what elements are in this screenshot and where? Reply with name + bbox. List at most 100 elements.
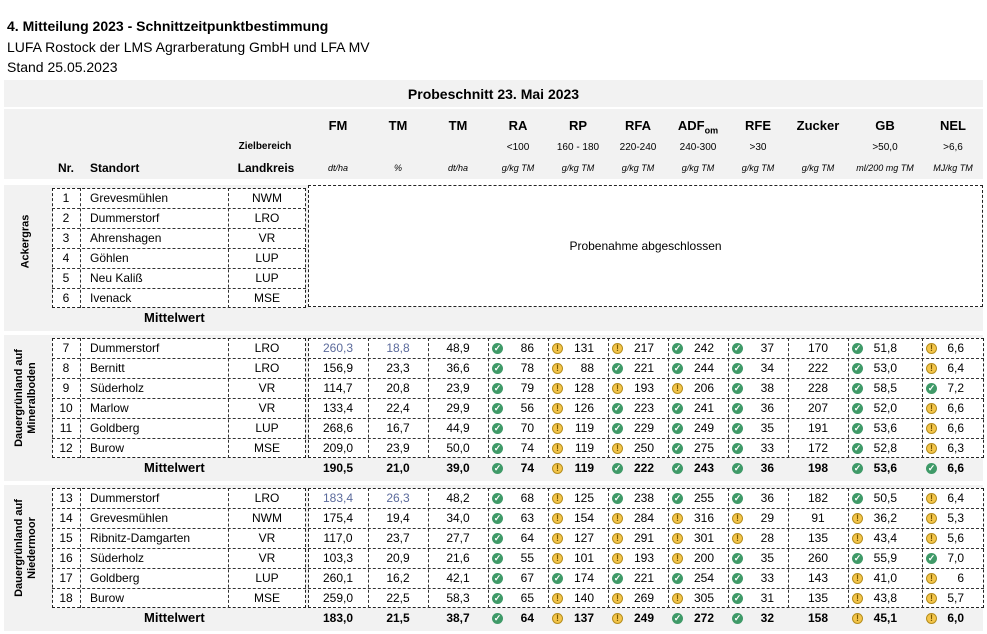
report-date: Stand 25.05.2023 [7,59,118,75]
table-row-rp: 119 [574,421,594,435]
column-header-adf: ADFom [677,118,719,136]
table-row-adf: 206 [693,381,714,395]
table-row-fm: 114,7 [323,381,353,395]
table-row-rp: 140 [573,591,594,605]
report-organisation: LUFA Rostock der LMS Agrarberatung GmbH … [7,39,370,55]
table-row-nel: 6,3 [947,441,964,455]
table-row-fm: 260,1 [322,571,354,585]
row-standort: Burow [90,441,125,455]
row-standort: Süderholz [90,381,145,395]
column-range: 240-300 [679,142,717,153]
table-row-tm_pct: 16,2 [386,571,410,585]
column-header-zielbereich: Zielbereich [238,141,292,152]
table-row-tm: 29,9 [446,401,470,415]
column-range: >30 [749,142,767,153]
table-row-tm_pct: 19,4 [386,511,410,525]
table-row-rfe: 31 [760,591,774,605]
table-row-rfe: 36 [760,491,774,505]
row-standort: Dummerstorf [90,491,160,505]
table-row-nel: 5,7 [947,591,964,605]
row-standort: Ribnitz-Damgarten [90,531,191,545]
table-row-gb: 36,2 [873,511,897,525]
table-row-nel: 6,4 [947,361,964,375]
table-row-rp: 125 [573,491,594,505]
table-row-rfe: 37 [760,341,774,355]
row-standort: Süderholz [90,551,145,565]
table-row-ra: 63 [520,511,534,525]
table-row-adf: 305 [693,591,714,605]
row-landkreis: LUP [255,251,279,265]
row-standort: Ahrenshagen [90,231,162,245]
column-range: <100 [506,142,530,153]
mean-row-adf: 243 [693,461,714,475]
group-label-line: Dauergrünland auf [13,349,25,447]
mean-row-ra: 74 [520,461,534,475]
column-header-fm: FM [328,118,348,133]
table-row-tm: 44,9 [446,421,470,435]
table-row-nel: 6,6 [947,341,964,355]
table-row-fm: 260,3 [322,341,354,355]
table-row-rfe: 36 [760,401,774,415]
row-landkreis: VR [258,231,276,245]
row-nr: 8 [62,361,70,375]
table-row-tm_pct: 22,5 [386,591,410,605]
row-landkreis: VR [258,381,276,395]
mean-row-tm: 39,0 [446,461,470,475]
mean-row-tm: 38,7 [446,611,470,625]
table-row-tm: 36,6 [446,361,470,375]
row-landkreis: LRO [254,361,280,375]
row-nr: 2 [62,211,70,225]
column-unit: g/kg TM [801,163,835,173]
row-nr: 1 [62,191,70,205]
table-row-rfa: 217 [633,341,654,355]
row-nr: 5 [62,271,70,285]
row-landkreis: MSE [253,441,280,455]
row-nr: 15 [59,531,73,545]
row-standort: Neu Kaliß [90,271,143,285]
table-row-rfe: 35 [760,551,774,565]
table-row-rfa: 193 [633,551,654,565]
table-row-tm: 42,1 [446,571,470,585]
column-range [308,138,368,158]
row-nr: 18 [59,591,73,605]
report-title: 4. Mitteilung 2023 - Schnittzeitpunktbes… [7,18,329,34]
mean-row-nel: 6,6 [947,461,964,475]
row-standort: Grevesmühlen [90,191,169,205]
table-row-fm: 268,6 [322,421,354,435]
table-row-rp: 154 [573,511,594,525]
row-standort: Dummerstorf [90,341,160,355]
row-standort: Ivenack [90,291,132,305]
table-row-zucker: 143 [807,571,829,585]
row-standort: Bernitt [90,361,125,375]
row-landkreis: LUP [255,421,279,435]
table-row-ra: 79 [520,381,534,395]
group-label-line: Ackergras [19,214,32,269]
table-row-zucker: 260 [807,551,829,565]
column-header-rp: RP [568,118,588,133]
table-row-fm: 133,4 [322,401,354,415]
column-unit: g/kg TM [621,163,655,173]
table-row-tm: 27,7 [446,531,470,545]
row-landkreis: LRO [254,211,280,225]
table-row-rfa: 291 [633,531,654,545]
mean-row-adf: 272 [693,611,714,625]
table-row-fm: 103,3 [322,551,354,565]
row-nr: 17 [59,571,73,585]
table-row-gb: 55,9 [873,551,897,565]
table-row-gb: 53,0 [873,361,897,375]
table-title: Probeschnitt 23. Mai 2023 [407,86,580,102]
row-nr: 3 [62,231,70,245]
table-row-nel: 5,3 [947,511,964,525]
mean-row-tm_pct: 21,5 [386,611,410,625]
row-standort: Goldberg [90,421,140,435]
table-row-tm_pct: 23,9 [386,441,410,455]
table-row-gb: 43,8 [873,591,897,605]
table-row-zucker: 228 [807,381,829,395]
column-unit: MJ/kg TM [933,163,973,173]
table-row-gb: 52,8 [873,441,897,455]
table-row-tm_pct: 26,3 [386,491,410,505]
table-row-rfe: 38 [760,381,774,395]
column-range: 220-240 [619,142,657,153]
row-nr: 6 [62,291,70,305]
table-row-zucker: 207 [807,401,829,415]
